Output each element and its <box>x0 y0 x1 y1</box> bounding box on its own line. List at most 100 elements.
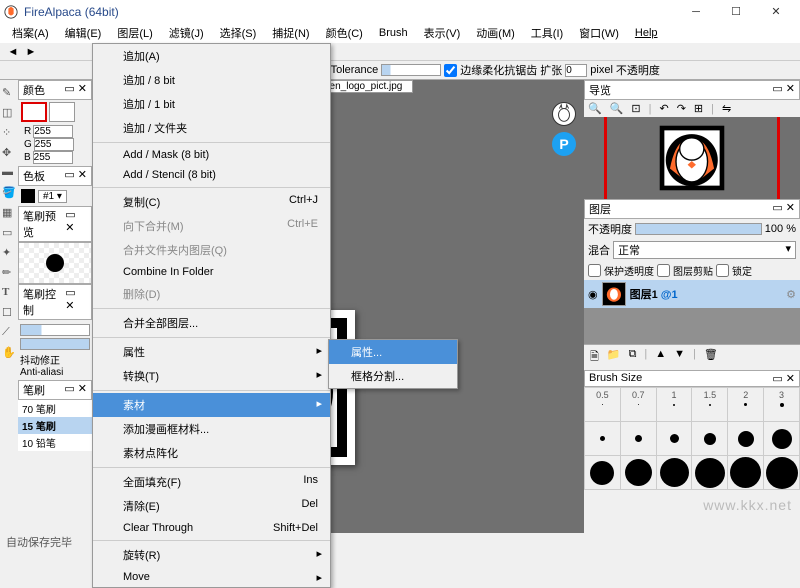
menu-help[interactable]: Help <box>627 25 666 41</box>
brush-size-12[interactable] <box>585 456 621 490</box>
r-input[interactable] <box>33 125 73 138</box>
select-rect-icon[interactable]: ▭ <box>2 226 16 240</box>
pen-row-3[interactable]: 10 铅笔 <box>18 434 92 451</box>
menu-file[interactable]: 档案(A) <box>4 23 57 43</box>
menu-add-mask[interactable]: Add / Mask (8 bit) <box>93 145 330 165</box>
brush-size-13[interactable] <box>621 456 657 490</box>
gradient-tool-icon[interactable]: ▦ <box>2 206 16 220</box>
rotate-right-icon[interactable]: ↷ <box>677 102 686 115</box>
menu-add1[interactable]: 追加 / 1 bit <box>93 92 330 116</box>
swatch-black[interactable] <box>21 189 35 203</box>
eraser-tool-icon[interactable]: ◫ <box>2 106 16 120</box>
dot-tool-icon[interactable]: ⁘ <box>2 126 16 140</box>
b-input[interactable] <box>33 151 73 164</box>
brush-width-slider[interactable] <box>20 324 90 336</box>
minimize-button[interactable]: ─ <box>676 0 716 23</box>
eyedrop-tool-icon[interactable]: ⟋ <box>2 326 16 340</box>
panel-tool-icon[interactable]: ☐ <box>2 306 16 320</box>
brush-size-0[interactable]: 0.5 <box>585 388 621 422</box>
submenu-split[interactable]: 框格分割... <box>329 364 457 388</box>
brush-size-17[interactable] <box>764 456 800 490</box>
tolerance-slider[interactable] <box>381 64 441 76</box>
brush-size-2[interactable]: 1 <box>657 388 693 422</box>
text-tool-icon[interactable]: T <box>2 286 16 300</box>
menu-combine[interactable]: Combine In Folder <box>93 262 330 282</box>
brush-size-14[interactable] <box>657 456 693 490</box>
expand-input[interactable] <box>565 64 587 77</box>
menu-tools[interactable]: 工具(I) <box>523 23 571 43</box>
new-folder-icon[interactable]: 📁 <box>607 348 621 367</box>
zoom-in-icon[interactable]: 🔍 <box>588 102 602 115</box>
select-pen-icon[interactable]: ✏ <box>2 266 16 280</box>
menu-merge-down[interactable]: 向下合并(M)Ctrl+E <box>93 214 330 238</box>
brush-size-1[interactable]: 0.7 <box>621 388 657 422</box>
swatch-select[interactable]: #1 ▾ <box>38 190 67 203</box>
menu-snap[interactable]: 捕捉(N) <box>264 23 317 43</box>
menu-clear-through[interactable]: Clear ThroughShift+Del <box>93 518 330 538</box>
soft-edge-checkbox[interactable] <box>444 64 457 77</box>
pen-row-2[interactable]: 15 笔刷 <box>18 417 92 434</box>
tab-logo[interactable]: en_logo_pict.jpg <box>319 80 414 93</box>
select-wand-icon[interactable]: ✦ <box>2 246 16 260</box>
brush-size-10[interactable] <box>728 422 764 456</box>
brush-size-6[interactable] <box>585 422 621 456</box>
menu-copy[interactable]: 复制(C)Ctrl+J <box>93 190 330 214</box>
menu-add-panel[interactable]: 添加漫画框材料... <box>93 417 330 441</box>
menu-filter[interactable]: 滤镜(J) <box>161 23 212 43</box>
g-input[interactable] <box>34 138 74 151</box>
maximize-button[interactable]: ☐ <box>716 0 756 23</box>
brush-size-4[interactable]: 2 <box>728 388 764 422</box>
lock-checkbox[interactable] <box>716 264 729 277</box>
move-tool-icon[interactable]: ✥ <box>2 146 16 160</box>
menu-add[interactable]: 追加(A) <box>93 44 330 68</box>
brush-size-16[interactable] <box>728 456 764 490</box>
reset-icon[interactable]: ⊞ <box>694 102 703 115</box>
fill-tool-icon[interactable]: ▬ <box>2 166 16 180</box>
brush-size-8[interactable] <box>657 422 693 456</box>
hand-tool-icon[interactable]: ✋ <box>2 346 16 360</box>
dup-layer-icon[interactable]: ⧉ <box>629 348 637 367</box>
next-icon[interactable]: ► <box>24 45 38 59</box>
menu-anim[interactable]: 动画(M) <box>468 23 523 43</box>
brush-size-3[interactable]: 1.5 <box>692 388 728 422</box>
menu-merge-folder[interactable]: 合并文件夹内图层(Q) <box>93 238 330 262</box>
menu-rasterize[interactable]: 素材点阵化 <box>93 441 330 465</box>
delete-layer-icon[interactable]: 🗑 <box>704 348 718 367</box>
visibility-icon[interactable]: ◉ <box>588 288 598 301</box>
brush-size-15[interactable] <box>692 456 728 490</box>
menu-window[interactable]: 窗口(W) <box>571 23 627 43</box>
layer-opacity-slider[interactable] <box>635 223 762 235</box>
blend-select[interactable]: 正常▾ <box>613 241 796 259</box>
brush-size-5[interactable]: 3 <box>764 388 800 422</box>
menu-convert[interactable]: 转换(T)▸ <box>93 364 330 388</box>
menu-color[interactable]: 颜色(C) <box>318 23 371 43</box>
menu-rotate[interactable]: 旋转(R)▸ <box>93 543 330 567</box>
layer-item-1[interactable]: ◉ 图层1 @1 ⚙ <box>584 280 800 308</box>
menu-delete[interactable]: 删除(D) <box>93 282 330 306</box>
flip-icon[interactable]: ⇋ <box>722 102 731 115</box>
menu-brush[interactable]: Brush <box>371 25 416 41</box>
menu-material[interactable]: 素材▸ <box>93 393 330 417</box>
nav-preview[interactable] <box>584 117 800 199</box>
brush-size-9[interactable] <box>692 422 728 456</box>
menu-add-folder[interactable]: 追加 / 文件夹 <box>93 116 330 140</box>
pen-row-1[interactable]: 70 笔刷 <box>18 400 92 417</box>
menu-props[interactable]: 属性▸ <box>93 340 330 364</box>
clip-checkbox[interactable] <box>657 264 670 277</box>
brush-size-7[interactable] <box>621 422 657 456</box>
menu-select[interactable]: 选择(S) <box>212 23 265 43</box>
alpaca-badge-icon[interactable] <box>552 102 576 126</box>
prev-icon[interactable]: ◄ <box>6 45 20 59</box>
bucket-tool-icon[interactable]: 🪣 <box>2 186 16 200</box>
brush-tool-icon[interactable]: ✎ <box>2 86 16 100</box>
zoom-fit-icon[interactable]: ⊡ <box>631 102 640 115</box>
brush-opacity-slider[interactable] <box>20 338 90 350</box>
menu-clear[interactable]: 清除(E)Del <box>93 494 330 518</box>
menu-layer[interactable]: 图层(L) <box>109 23 160 43</box>
bg-color[interactable] <box>49 102 75 122</box>
close-button[interactable]: ✕ <box>756 0 796 23</box>
brush-size-11[interactable] <box>764 422 800 456</box>
zoom-out-icon[interactable]: 🔍 <box>610 102 624 115</box>
menu-move[interactable]: Move▸ <box>93 567 330 587</box>
menu-add-stencil[interactable]: Add / Stencil (8 bit) <box>93 165 330 185</box>
